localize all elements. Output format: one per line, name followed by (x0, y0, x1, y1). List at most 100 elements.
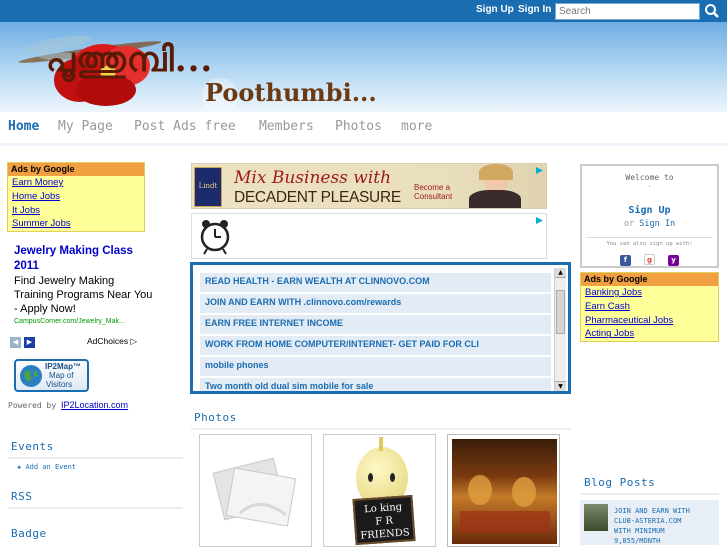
powered-by: Powered by IP2Location.com (8, 400, 128, 410)
google-icon[interactable]: g (644, 254, 655, 265)
rss-heading: RSS (11, 490, 33, 503)
yahoo-icon[interactable]: y (668, 255, 680, 266)
signup-link[interactable]: Sign Up (476, 4, 514, 15)
site-title-malayalam[interactable]: പൂത്തുമ്പി... (46, 40, 213, 80)
photo-looking-for-friends[interactable]: Lo king F R FRIENDS (323, 434, 436, 547)
welcome-box: Welcome to · Sign Up or Sign In You can … (580, 164, 719, 268)
nav-more[interactable]: more (401, 119, 432, 134)
blog-title-line-2: CLUB-ASTERIA.COM (614, 517, 682, 525)
blog-post-title[interactable]: JOIN AND EARN WITH CLUB-ASTERIA.COM WITH… (614, 506, 716, 546)
adchoices-icon[interactable] (535, 166, 544, 175)
nav-photos[interactable]: Photos (335, 119, 382, 134)
welcome-site-placeholder: · (647, 182, 652, 191)
globe-icon (20, 365, 42, 387)
jewelry-ad-title[interactable]: Jewelry Making Class 2011 (14, 244, 149, 274)
image-placeholder-icon (212, 457, 297, 527)
blog-divider (580, 493, 719, 495)
chalkboard-sign: Lo king F R FRIENDS (352, 494, 416, 546)
ip2map-line2: Map of (49, 371, 74, 380)
link-ad-row[interactable]: mobile phones (200, 357, 551, 376)
ip2map-title: IP2Map™ (45, 362, 82, 371)
ad-next-arrow-icon[interactable]: ▶ (24, 337, 35, 348)
lindt-brand: Lindt (198, 182, 218, 190)
top-bar: Sign Up Sign In (0, 0, 727, 22)
search-icon[interactable] (703, 2, 721, 20)
ad-link-it-jobs[interactable]: It Jobs (8, 204, 144, 218)
signin-link[interactable]: Sign In (518, 4, 551, 15)
blog-title-line-1: JOIN AND EARN WITH (614, 507, 690, 515)
nav-my-page[interactable]: My Page (58, 119, 113, 134)
scroll-thumb[interactable] (556, 290, 565, 334)
banner-woman-photo (455, 164, 535, 208)
photos-divider (191, 428, 571, 430)
powered-prefix: Powered by (8, 401, 57, 410)
welcome-signup-link[interactable]: Sign Up (582, 205, 717, 216)
link-list-scrollbar[interactable]: ▲ ▼ (554, 268, 566, 391)
site-title-english[interactable]: Poothumbi... (205, 78, 377, 107)
jewelry-ad-text: Find Jewelry Making Training Programs Ne… (14, 275, 153, 315)
add-event-link[interactable]: ✚ Add an Event (17, 463, 76, 471)
welcome-text: Welcome to (625, 173, 674, 182)
link-ad-row[interactable]: JOIN AND EARN WITH .clinnovo.com/rewards (200, 294, 551, 313)
scroll-up-icon[interactable]: ▲ (555, 268, 566, 278)
photo-temple-deity[interactable] (447, 434, 560, 547)
lindt-logo: Lindt (194, 167, 222, 207)
banner-headline-2: DECADENT PLEASURE (234, 189, 401, 206)
adchoices-icon-2[interactable] (535, 216, 544, 225)
right-ads-header[interactable]: Ads by Google (581, 273, 718, 286)
ad-link-earn-money[interactable]: Earn Money (8, 176, 144, 190)
welcome-signin-line: or Sign In (582, 219, 717, 229)
text-link-ads: READ HEALTH - EARN WEALTH AT CLINNOVO.CO… (190, 262, 571, 394)
ad-prev-arrow-icon[interactable]: ◀ (10, 337, 21, 348)
events-divider (8, 457, 183, 459)
plus-icon: ✚ (17, 463, 22, 471)
blog-thumbnail (584, 504, 608, 531)
ip2location-link[interactable]: IP2Location.com (61, 400, 128, 410)
facebook-icon[interactable]: f (619, 255, 631, 266)
search-input[interactable] (555, 3, 700, 20)
ad-link-pharmaceutical-jobs[interactable]: Pharmaceutical Jobs (581, 314, 718, 328)
lindt-banner-ad[interactable]: Lindt Mix Business with DECADENT PLEASUR… (191, 163, 547, 209)
ad-link-acting-jobs[interactable]: Acting Jobs (581, 327, 718, 341)
jewelry-ad-url[interactable]: CampusCorner.com/Jewelry_Mak... (14, 318, 154, 325)
secondary-banner-ad[interactable] (191, 213, 547, 259)
banner-cta-1: Become a (414, 183, 451, 192)
photo-placeholder[interactable] (199, 434, 312, 547)
link-ad-row[interactable]: Two month old dual sim mobile for sale (200, 378, 551, 391)
blog-title-line-3: WITH MINIMUM (614, 527, 665, 535)
right-google-ads: Ads by Google Banking Jobs Earn Cash Pha… (580, 272, 719, 342)
banner-headline-1: Mix Business with (234, 168, 392, 188)
blog-post-item[interactable]: JOIN AND EARN WITH CLUB-ASTERIA.COM WITH… (580, 500, 719, 545)
social-signup-icons: f g y (582, 247, 717, 266)
ip2map-line3: Visitors (46, 380, 73, 389)
add-event-text: Add an Event (25, 463, 77, 471)
sign-line-3: FRIENDS (360, 527, 411, 542)
ad-link-home-jobs[interactable]: Home Jobs (8, 190, 144, 204)
blog-posts-heading: Blog Posts (584, 476, 656, 489)
events-heading: Events (11, 440, 54, 453)
adchoices-label[interactable]: AdChoices ▷ (87, 336, 137, 347)
link-ad-row[interactable]: EARN FREE INTERNET INCOME (200, 315, 551, 334)
left-google-ads: Ads by Google Earn Money Home Jobs It Jo… (7, 162, 145, 232)
welcome-divider (586, 237, 713, 238)
welcome-or: or (623, 219, 635, 229)
link-ad-row[interactable]: READ HEALTH - EARN WEALTH AT CLINNOVO.CO… (200, 273, 551, 292)
link-ad-row[interactable]: WORK FROM HOME COMPUTER/INTERNET- GET PA… (200, 336, 551, 355)
adchoices-text: AdChoices (87, 336, 129, 346)
ads-header[interactable]: Ads by Google (8, 163, 144, 176)
ad-link-earn-cash[interactable]: Earn Cash (581, 300, 718, 314)
ad-link-summer-jobs[interactable]: Summer Jobs (8, 217, 144, 231)
main-nav: Home My Page Post Ads free Members Photo… (0, 112, 727, 146)
nav-post-ads[interactable]: Post Ads free (134, 119, 236, 134)
nav-members[interactable]: Members (259, 119, 314, 134)
banner-cta-2: Consultant (414, 192, 453, 201)
rss-divider (8, 507, 183, 509)
nav-home[interactable]: Home (8, 119, 39, 134)
welcome-signin-link[interactable]: Sign In (639, 219, 675, 229)
alarm-clock-icon (200, 220, 230, 255)
scroll-down-icon[interactable]: ▼ (555, 381, 566, 391)
ad-link-banking-jobs[interactable]: Banking Jobs (581, 286, 718, 300)
photos-heading: Photos (194, 411, 237, 424)
ip2map-badge[interactable]: IP2Map™ Map of Visitors (14, 359, 89, 392)
badge-heading: Badge (11, 527, 47, 540)
